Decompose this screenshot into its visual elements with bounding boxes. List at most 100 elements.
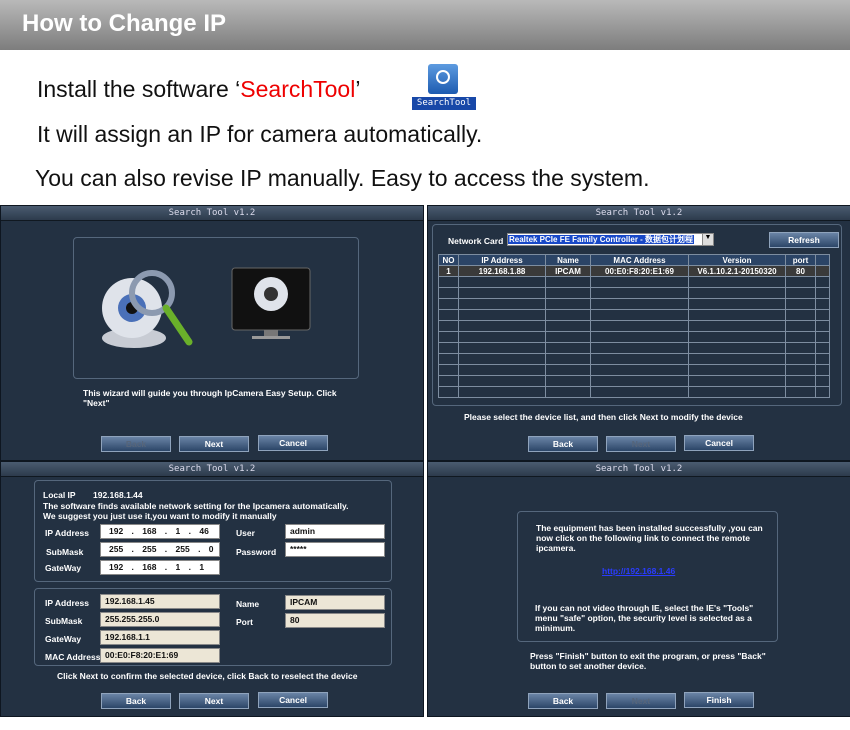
table-row[interactable] [438, 353, 830, 365]
software-name: SearchTool [240, 76, 356, 102]
local-ip-value: 192.168.1.44 [93, 490, 143, 500]
col-version[interactable]: Version [688, 254, 786, 266]
network-card-select[interactable]: Realtek PCIe FE Family Controller - 数据包计… [507, 233, 714, 246]
table-row[interactable] [438, 287, 830, 299]
searchtool-shortcut-icon[interactable]: SearchTool [412, 64, 476, 112]
table-cell [785, 320, 816, 332]
table-header: NO IP Address Name MAC Address Version p… [438, 254, 830, 266]
table-cell [458, 276, 546, 288]
welcome-text: This wizard will guide you through IpCam… [83, 388, 337, 408]
password-input[interactable]: ***** [285, 542, 385, 557]
table-cell [815, 298, 830, 310]
table-row[interactable] [438, 309, 830, 321]
camera-link[interactable]: http://192.168.1.46 [602, 566, 675, 576]
table-cell [815, 276, 830, 288]
gateway-input[interactable]: 192 . 168 . 1 . 1 [100, 560, 220, 575]
table-cell [785, 298, 816, 310]
cancel-button[interactable]: Cancel [258, 692, 328, 708]
table-cell [815, 353, 830, 365]
finish-hint: Press "Finish" button to exit the progra… [530, 651, 766, 671]
next-button[interactable]: Next [179, 693, 249, 709]
table-cell [688, 386, 786, 398]
back-button[interactable]: Back [528, 693, 598, 709]
table-row[interactable] [438, 342, 830, 354]
table-cell [785, 331, 816, 343]
table-cell [815, 342, 830, 354]
ip-address-label: IP Address [45, 528, 89, 538]
next-button[interactable]: Next [606, 693, 676, 709]
table-cell [785, 386, 816, 398]
table-cell [438, 331, 459, 343]
table-cell [785, 375, 816, 387]
gateway-label: GateWay [45, 634, 82, 644]
table-cell [545, 287, 591, 299]
table-cell [458, 364, 546, 376]
submask-label: SubMask [45, 616, 83, 626]
refresh-button[interactable]: Refresh [769, 232, 839, 248]
port-label: Port [236, 617, 253, 627]
intro-line-1: Install the software ‘SearchTool’ [37, 76, 360, 103]
table-cell [785, 309, 816, 321]
intro-text: ’ [355, 76, 361, 102]
welcome-image [73, 237, 359, 379]
table-cell [590, 287, 689, 299]
table-cell [545, 276, 591, 288]
table-cell [458, 331, 546, 343]
table-cell [545, 342, 591, 354]
gateway-label: GateWay [45, 563, 82, 573]
table-cell [688, 342, 786, 354]
table-row[interactable] [438, 331, 830, 343]
back-button[interactable]: Back [528, 436, 598, 452]
table-cell [438, 353, 459, 365]
col-mac[interactable]: MAC Address [590, 254, 689, 266]
ip-address-input[interactable]: 192 . 168 . 1 . 46 [100, 524, 220, 539]
table-cell [688, 320, 786, 332]
table-row[interactable] [438, 386, 830, 398]
chevron-down-icon[interactable]: ▼ [702, 234, 713, 245]
table-cell [545, 353, 591, 365]
table-cell [785, 276, 816, 288]
table-cell [815, 364, 830, 376]
submask-input[interactable]: 255 . 255 . 255 . 0 [100, 542, 220, 557]
table-row[interactable] [438, 364, 830, 376]
info-text: The software finds available network set… [43, 501, 349, 511]
finish-button[interactable]: Finish [684, 692, 754, 708]
table-cell [590, 331, 689, 343]
table-cell [688, 364, 786, 376]
table-cell [438, 364, 459, 376]
table-cell [688, 375, 786, 387]
col-port[interactable]: port [785, 254, 816, 266]
table-cell [590, 298, 689, 310]
table-cell [458, 298, 546, 310]
table-cell [438, 276, 459, 288]
table-cell [438, 298, 459, 310]
table-cell [815, 331, 830, 343]
info-text: We suggest you just use it,you want to m… [43, 511, 277, 521]
col-name[interactable]: Name [545, 254, 591, 266]
device-list-hint: Please select the device list, and then … [464, 412, 743, 422]
next-button[interactable]: Next [606, 436, 676, 452]
table-cell [438, 342, 459, 354]
table-cell [688, 276, 786, 288]
ie-note: If you can not video through IE, select … [535, 603, 754, 633]
table-cell: 1 [438, 265, 459, 277]
col-ip[interactable]: IP Address [458, 254, 546, 266]
table-row[interactable]: 1 192.168.1.88 IPCAM 00:E0:F8:20:E1:69 V6.1.… [438, 265, 830, 277]
cancel-button[interactable]: Cancel [258, 435, 328, 451]
cancel-button[interactable]: Cancel [684, 435, 754, 451]
back-button[interactable]: Back [101, 693, 171, 709]
search-icon [428, 64, 458, 94]
table-cell [815, 287, 830, 299]
table-cell: 80 [785, 265, 816, 277]
back-button[interactable]: Back [101, 436, 171, 452]
table-row[interactable] [438, 276, 830, 288]
table-row[interactable] [438, 298, 830, 310]
table-cell [545, 309, 591, 321]
table-row[interactable] [438, 375, 830, 387]
table-cell: V6.1.10.2.1-20150320 [688, 265, 786, 277]
user-input[interactable]: admin [285, 524, 385, 539]
table-cell [545, 375, 591, 387]
next-button[interactable]: Next [179, 436, 249, 452]
table-row[interactable] [438, 320, 830, 332]
col-no[interactable]: NO [438, 254, 459, 266]
